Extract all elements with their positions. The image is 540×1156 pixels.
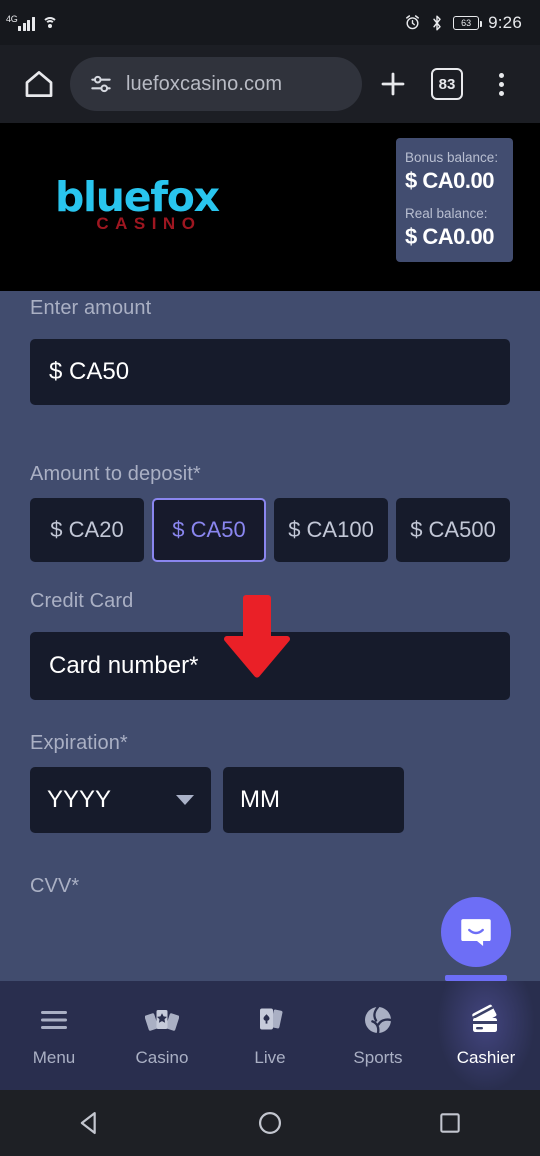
chat-bubble-icon xyxy=(461,919,491,946)
cvv-label: CVV* xyxy=(30,875,80,897)
amount-to-deposit-label: Amount to deposit* xyxy=(30,463,201,485)
chat-launcher-button[interactable] xyxy=(441,897,511,967)
deposit-form: Enter amount $ CA50 Amount to deposit* $… xyxy=(0,291,540,991)
status-bar: 4G 63 9:26 xyxy=(0,0,540,45)
cvv-section: CVV* xyxy=(0,833,540,898)
credit-card-icon xyxy=(468,1003,504,1037)
home-icon xyxy=(25,71,53,97)
site-header: bluefox CASINO Bonus balance: $ CA0.00 R… xyxy=(0,123,540,291)
deposit-chip-100[interactable]: $ CA100 xyxy=(274,498,388,562)
nav-label-live: Live xyxy=(254,1048,286,1067)
android-back-button[interactable] xyxy=(45,1090,135,1156)
deposit-chip-20[interactable]: $ CA20 xyxy=(30,498,144,562)
address-bar[interactable]: luefoxcasino.com xyxy=(70,57,362,111)
status-bar-right: 63 9:26 xyxy=(404,13,522,33)
back-triangle-icon xyxy=(80,1111,96,1135)
tune-icon xyxy=(91,75,111,93)
nav-label-sports: Sports xyxy=(353,1048,403,1067)
card-deck-icon xyxy=(255,1003,285,1037)
network-type-label: 4G xyxy=(6,13,18,24)
chevron-down-icon xyxy=(176,795,194,805)
signal-bars-icon: 4G xyxy=(6,14,35,31)
expiration-year-select[interactable]: YYYY xyxy=(30,767,211,833)
tab-count-badge: 83 xyxy=(431,68,463,100)
balance-panel[interactable]: Bonus balance: $ CA0.00 Real balance: $ … xyxy=(396,138,513,263)
deposit-amount-chips: $ CA20 $ CA50 $ CA100 $ CA500 xyxy=(30,498,510,562)
android-recents-button[interactable] xyxy=(405,1090,495,1156)
new-tab-button[interactable] xyxy=(370,61,416,107)
nav-item-live[interactable]: Live xyxy=(216,981,324,1090)
battery-icon: 63 xyxy=(453,15,483,30)
deposit-chip-500[interactable]: $ CA500 xyxy=(396,498,510,562)
clock-label: 9:26 xyxy=(488,12,522,32)
amount-to-deposit-section: Amount to deposit* $ CA20 $ CA50 $ CA100… xyxy=(0,405,540,562)
home-button[interactable] xyxy=(16,61,62,107)
nav-label-menu: Menu xyxy=(32,1048,76,1067)
nav-item-cashier[interactable]: Cashier xyxy=(432,981,540,1090)
hamburger-icon xyxy=(39,1003,69,1037)
expiration-row: YYYY MM xyxy=(30,767,510,833)
android-navigation-bar xyxy=(0,1090,540,1156)
logo-sub-text: CASINO xyxy=(96,213,202,233)
expiration-section: Expiration* YYYY MM xyxy=(0,700,540,833)
site-logo[interactable]: bluefox CASINO xyxy=(55,173,220,234)
nav-item-casino[interactable]: Casino xyxy=(108,981,216,1090)
playing-cards-icon xyxy=(145,1003,179,1037)
real-balance-value: $ CA0.00 xyxy=(405,224,494,250)
wifi-icon xyxy=(41,16,58,30)
tab-switcher-button[interactable]: 83 xyxy=(424,61,470,107)
bluetooth-icon xyxy=(433,15,441,30)
real-balance-label: Real balance: xyxy=(405,206,488,222)
enter-amount-input[interactable]: $ CA50 xyxy=(30,339,510,405)
nav-item-menu[interactable]: Menu xyxy=(0,981,108,1090)
phone-screen: 4G 63 9:26 luefoxcasino.com 83 bluefox C… xyxy=(0,0,540,1156)
bottom-navigation: Menu Casino Live Sports Cashier xyxy=(0,981,540,1090)
deposit-chip-50[interactable]: $ CA50 xyxy=(152,498,266,562)
expiration-year-value: YYYY xyxy=(47,786,112,813)
browser-menu-button[interactable] xyxy=(478,61,524,107)
url-text: luefoxcasino.com xyxy=(126,72,283,95)
nav-label-cashier: Cashier xyxy=(456,1048,516,1067)
nav-label-casino: Casino xyxy=(135,1048,189,1067)
ball-icon xyxy=(362,1003,394,1037)
status-bar-left: 4G xyxy=(6,14,58,31)
bonus-balance-label: Bonus balance: xyxy=(405,150,499,165)
more-vertical-icon xyxy=(498,72,504,96)
nav-item-sports[interactable]: Sports xyxy=(324,981,432,1090)
battery-level-label: 63 xyxy=(461,17,472,28)
expiration-month-input[interactable]: MM xyxy=(223,767,404,833)
browser-toolbar: luefoxcasino.com 83 xyxy=(0,45,540,123)
plus-icon xyxy=(381,72,405,96)
logo-brand-text: bluefox xyxy=(55,173,220,221)
expiration-label: Expiration* xyxy=(30,732,128,754)
home-circle-icon xyxy=(258,1111,282,1135)
bonus-balance-value: $ CA0.00 xyxy=(405,168,494,194)
android-home-button[interactable] xyxy=(225,1090,315,1156)
recents-square-icon xyxy=(440,1113,460,1133)
enter-amount-section: Enter amount $ CA50 xyxy=(0,291,540,405)
enter-amount-label: Enter amount xyxy=(30,297,152,319)
alarm-icon xyxy=(406,15,420,30)
down-arrow-icon xyxy=(224,595,290,678)
